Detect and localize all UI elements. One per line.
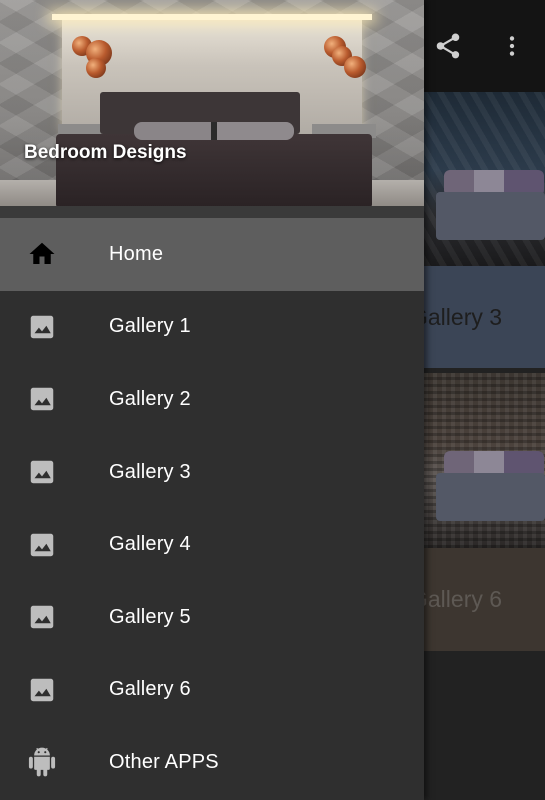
header-image-light [52,14,372,20]
drawer-header: Bedroom Designs [0,0,424,218]
menu-item-gallery-6[interactable]: Gallery 6 [0,654,424,727]
menu-item-gallery-1[interactable]: Gallery 1 [0,291,424,364]
menu-item-label: Gallery 4 [109,533,191,556]
gallery-3-thumbnail[interactable] [424,92,545,266]
gallery-6-thumbnail[interactable] [424,373,545,548]
image-icon [26,383,58,415]
tile-label-text: Gallery 3 [424,303,503,330]
android-icon [26,746,58,778]
menu-item-gallery-4[interactable]: Gallery 4 [0,508,424,581]
more-options-button[interactable] [492,26,532,66]
header-divider [0,206,424,218]
menu-item-gallery-5[interactable]: Gallery 5 [0,581,424,654]
thumbnail-bed [436,473,545,521]
drawer-menu: Home Gallery 1 Gallery 2 Gallery 3 Galle [0,218,424,799]
image-icon [26,674,58,706]
share-icon [436,33,460,59]
header-image-pillows [134,122,294,140]
tile-label-text: Gallery 6 [424,586,503,612]
image-icon [26,601,58,633]
image-icon [26,529,58,561]
share-button[interactable] [428,26,468,66]
home-icon [26,238,58,270]
image-icon [26,456,58,488]
header-image-lamp [86,58,106,78]
header-image-lamp [344,56,366,78]
thumbnail-bed [436,192,545,240]
image-icon [26,311,58,343]
menu-item-label: Gallery 1 [109,315,191,338]
menu-item-label: Gallery 6 [109,678,191,701]
menu-item-home[interactable]: Home [0,218,424,291]
menu-item-other-apps[interactable]: Other APPS [0,726,424,799]
menu-item-label: Gallery 2 [109,387,191,410]
menu-item-label: Gallery 3 [109,460,191,483]
gallery-3-tile-label[interactable]: Gallery 3 [424,266,545,368]
gallery-6-tile-label[interactable]: Gallery 6 [424,548,545,651]
menu-item-gallery-3[interactable]: Gallery 3 [0,436,424,509]
menu-item-label: Home [109,242,164,265]
menu-item-label: Gallery 5 [109,605,191,628]
navigation-drawer: Bedroom Designs Home Gallery 1 Gallery 2 [0,0,424,800]
menu-item-label: Other APPS [109,750,219,773]
more-vert-icon [509,36,515,56]
drawer-header-title: Bedroom Designs [24,142,187,163]
menu-item-gallery-2[interactable]: Gallery 2 [0,363,424,436]
